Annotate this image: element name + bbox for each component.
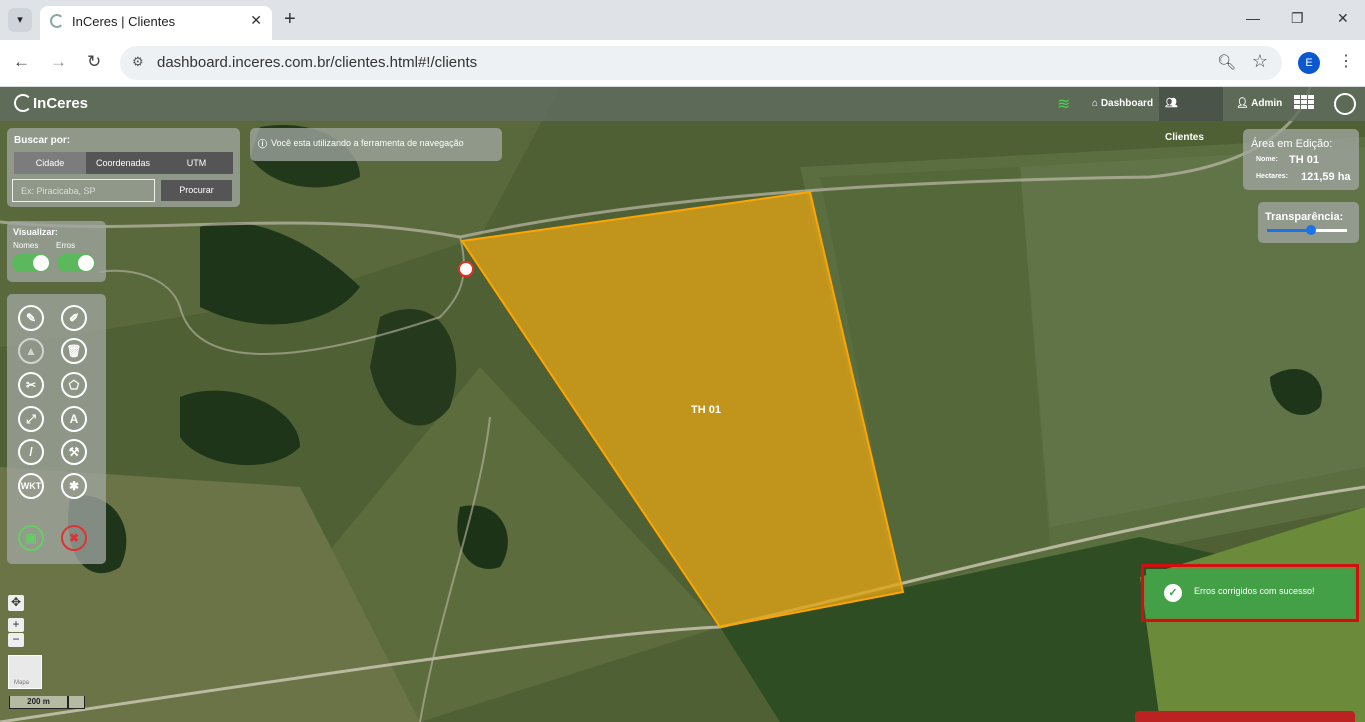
nav-dashboard[interactable]: ⌂ Dashboard	[1086, 87, 1159, 121]
visualize-panel: Visualizar: Nomes Erros	[7, 221, 106, 282]
back-icon[interactable]: ←	[13, 52, 30, 72]
transparency-panel: Transparência:	[1258, 202, 1359, 243]
edit-polygon-icon[interactable]: ✐	[61, 305, 87, 331]
fit-extent-icon[interactable]: ⤢	[18, 406, 44, 432]
cancel-x-icon[interactable]: ✖	[61, 525, 87, 551]
zoom-out-button[interactable]: −	[8, 633, 24, 647]
slider-thumb[interactable]	[1306, 225, 1316, 235]
inceres-logo[interactable]: InCeres	[14, 94, 88, 112]
cut-polygon-icon[interactable]: ✂	[18, 372, 44, 398]
save-icon[interactable]: ▣	[18, 525, 44, 551]
reload-icon[interactable]: ↻	[87, 52, 101, 72]
address-bar: ← → ↻ ⚙ dashboard.inceres.com.br/cliente…	[0, 40, 1365, 87]
user-account-icon[interactable]	[1334, 93, 1356, 115]
navigation-hint: ⓘ Você esta utilizando a ferramenta de n…	[250, 128, 502, 161]
site-info-icon[interactable]: ⚙	[132, 54, 144, 70]
omnibox[interactable]: ⚙ dashboard.inceres.com.br/clientes.html…	[120, 46, 1282, 80]
errors-toggle[interactable]	[57, 254, 95, 272]
zoom-in-button[interactable]: +	[8, 618, 24, 632]
text-tool-icon[interactable]: A	[61, 406, 87, 432]
restore-icon[interactable]: ❐	[1291, 10, 1304, 27]
names-label: Nomes	[13, 241, 39, 250]
profile-avatar[interactable]: E	[1298, 52, 1320, 74]
reshape-polygon-icon[interactable]: ⬠	[61, 372, 87, 398]
wifi-icon: ≋	[1057, 96, 1071, 113]
scale-label: 200 m	[10, 696, 69, 708]
search-tab-coordenadas[interactable]: Coordenadas	[86, 152, 160, 174]
url-text[interactable]: dashboard.inceres.com.br/clientes.html#!…	[157, 54, 477, 71]
wrench-icon[interactable]: ⚒	[61, 439, 87, 465]
name-label: Nome:	[1256, 156, 1278, 163]
polygon-label: TH 01	[691, 404, 721, 416]
trash-icon[interactable]: 🗑︎	[61, 338, 87, 364]
check-icon: ✓	[1164, 584, 1182, 602]
forward-icon[interactable]: →	[50, 52, 67, 72]
name-value: TH 01	[1289, 154, 1319, 166]
navigation-hint-text: Você esta utilizando a ferramenta de nav…	[271, 138, 464, 148]
minimize-icon[interactable]: —	[1246, 10, 1260, 26]
errors-label: Erros	[56, 241, 76, 250]
names-toggle[interactable]	[12, 254, 50, 272]
transparency-label: Transparência:	[1265, 211, 1344, 223]
nav-clientes[interactable]: 👥︎ Clientes	[1159, 87, 1223, 143]
zoom-icon[interactable]: 🔍︎	[1217, 53, 1236, 71]
map-marker-icon	[458, 261, 474, 277]
new-tab-icon[interactable]: +	[284, 8, 296, 31]
measure-ruler-icon[interactable]: /	[18, 439, 44, 465]
wkt-button[interactable]: WKT	[18, 473, 44, 499]
bookmark-star-icon[interactable]: ☆	[1252, 51, 1268, 72]
tab-search-menu-button[interactable]: ▾	[8, 8, 32, 32]
toast-message: Erros corrigidos com sucesso!	[1194, 586, 1315, 596]
app-top-nav: InCeres ≋ ⌂ Dashboard 👥︎ Clientes 👤︎ Adm…	[0, 87, 1365, 143]
fix-errors-icon[interactable]: ✱	[61, 473, 87, 499]
close-window-icon[interactable]: ✕	[1337, 10, 1349, 27]
search-tab-cidade[interactable]: Cidade	[14, 152, 86, 174]
search-title: Buscar por:	[14, 135, 71, 146]
success-toast[interactable]: ✓ Erros corrigidos com sucesso!	[1146, 569, 1355, 617]
tab-close-icon[interactable]: ✕	[250, 12, 262, 29]
basemap-switcher[interactable]: Mapa	[8, 655, 42, 689]
pan-icon[interactable]: ✥	[8, 595, 24, 611]
search-panel: Buscar por: Cidade Coordenadas UTM Procu…	[7, 128, 240, 207]
edit-area-title: Área em Edição:	[1251, 138, 1333, 150]
tab-title: InCeres | Clientes	[72, 14, 176, 29]
browser-tabbar: ▾ InCeres | Clientes ✕ + — ❐ ✕	[0, 0, 1365, 40]
visualize-title: Visualizar:	[13, 227, 58, 237]
tools-panel: ✎ ✐ ▲ 🗑︎ ✂ ⬠ ⤢ A / ⚒ WKT ✱ ▣ ✖	[7, 294, 106, 564]
city-search-input[interactable]	[12, 179, 155, 202]
bottom-alert-bar	[1135, 711, 1355, 722]
draw-pencil-icon[interactable]: ✎	[18, 305, 44, 331]
paint-bucket-icon[interactable]: ▲	[18, 338, 44, 364]
browser-menu-icon[interactable]: ⋮	[1338, 51, 1354, 71]
hectares-label: Hectares:	[1256, 173, 1288, 180]
favicon-icon	[50, 14, 64, 28]
app-area: TH 01 InCeres ≋ ⌂ Dashboard 👥︎ Clientes …	[0, 87, 1365, 722]
transparency-slider[interactable]	[1267, 225, 1347, 235]
hectares-value: 121,59 ha	[1301, 171, 1351, 183]
search-button[interactable]: Procurar	[161, 180, 232, 201]
help-icon: ⓘ	[258, 139, 268, 149]
apps-grid-icon[interactable]	[1294, 95, 1314, 109]
scale-bar: 200 m	[9, 696, 85, 709]
search-tab-utm[interactable]: UTM	[160, 152, 233, 174]
browser-tab[interactable]: InCeres | Clientes ✕	[40, 6, 272, 40]
nav-admin[interactable]: 👤︎ Admin	[1230, 87, 1288, 121]
edit-area-panel: Área em Edição: Nome: TH 01 Hectares: 12…	[1243, 129, 1359, 190]
